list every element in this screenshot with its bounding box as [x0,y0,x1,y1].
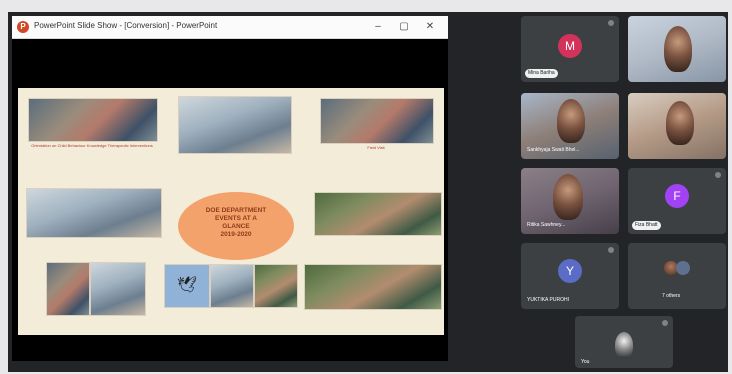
maximize-icon[interactable]: ▢ [394,19,414,35]
participant-tile[interactable]: Y YUKTIKA PUROHI [521,243,619,309]
event-photo [28,98,158,142]
mic-off-icon [608,247,614,253]
others-count: 7 others [662,293,681,299]
close-icon[interactable]: ✕ [420,19,440,35]
participant-tile[interactable] [628,93,726,159]
bird-photo: 🕊 [164,264,210,308]
oval-title-line: 2019-2020 [220,231,252,238]
others-tile[interactable]: 7 others [628,243,726,309]
participant-name: Fiza Bhatt [632,221,661,230]
bird-photo [254,264,298,308]
avatar: M [558,34,582,58]
participant-thumbnail [676,261,690,275]
bird-photo [210,264,254,308]
oval-title-line: EVENTS AT A [214,215,257,222]
minimize-icon[interactable]: – [368,19,388,35]
oval-title-line: GLANCE [222,223,250,230]
photo-caption: Field Visit [367,145,385,150]
participant-tile[interactable]: Ritika Sawhney... [521,168,619,234]
participant-tile[interactable]: F Fiza Bhatt [628,168,726,234]
participant-tile[interactable] [628,16,726,82]
meet-screen: P PowerPoint Slide Show - [Conversion] -… [8,12,728,372]
participant-name: Mina Bariha [525,69,558,78]
event-photo [46,262,90,316]
avatar: F [665,184,689,208]
participant-tile[interactable]: M Mina Bariha [521,16,619,82]
participant-video [553,174,583,220]
participant-name: Ritika Sawhney... [527,222,566,228]
participant-video [666,101,694,145]
self-name: You [581,359,590,365]
mic-off-icon [715,172,721,178]
participant-video [664,26,692,72]
event-photo [314,192,442,236]
presented-window: P PowerPoint Slide Show - [Conversion] -… [12,16,448,361]
event-photo [304,264,442,310]
event-photo [26,188,162,238]
powerpoint-icon: P [17,21,29,33]
oval-title-line: DOE DEPARTMENT [205,207,267,214]
event-photo [320,98,434,144]
event-photo [90,262,146,316]
window-titlebar: P PowerPoint Slide Show - [Conversion] -… [12,16,448,39]
participant-name: Sankhyaja Swati Bhel... [527,147,580,153]
avatar: Y [558,259,582,283]
participant-tile[interactable]: Sankhyaja Swati Bhel... [521,93,619,159]
participant-name: YUKTIKA PUROHI [527,297,569,303]
window-title: PowerPoint Slide Show - [Conversion] - P… [34,21,218,30]
slide-canvas: Orientation on Child Behaviour Knowledge… [18,88,444,335]
participant-video [557,99,585,143]
events-glance-oval: DOE DEPARTMENT EVENTS AT A GLANCE 2019-2… [178,192,294,260]
event-photo [178,96,292,154]
photo-caption: Orientation on Child Behaviour Knowledge… [31,143,153,148]
bird-icon: 🕊 [177,277,198,294]
mic-off-icon [608,20,614,26]
mic-off-icon [662,320,668,326]
self-tile[interactable]: You [575,316,673,368]
self-video [615,332,633,358]
